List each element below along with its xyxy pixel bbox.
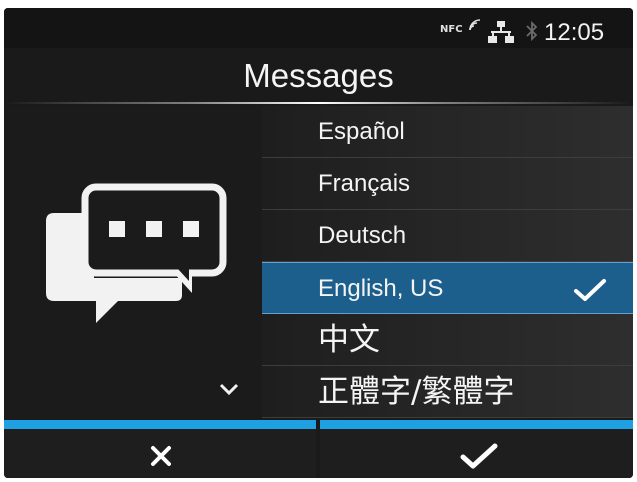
language-list: Español Français Deutsch English, US 中文 … — [262, 106, 633, 418]
language-item-deutsch[interactable]: Deutsch — [262, 210, 633, 262]
bottom-bar — [4, 420, 633, 478]
language-item-label: Español — [318, 118, 405, 145]
nfc-label: NFC — [440, 24, 463, 35]
language-item-english-us[interactable]: English, US — [262, 262, 633, 314]
language-item-francais[interactable]: Français — [262, 158, 633, 210]
bluetooth-icon — [526, 20, 538, 42]
ok-button[interactable] — [320, 420, 633, 478]
language-item-label: 正體字/繁體字 — [318, 374, 515, 410]
language-item-label: Deutsch — [318, 222, 407, 249]
messages-icon — [46, 183, 227, 323]
button-accent-bar — [320, 420, 633, 429]
page-title: Messages — [243, 57, 394, 94]
cancel-button[interactable] — [4, 420, 316, 478]
status-bar: NFC 12:05 — [4, 8, 633, 48]
language-item-espanol[interactable]: Español — [262, 106, 633, 158]
language-item-traditional-chinese[interactable]: 正體字/繁體字 — [262, 366, 633, 418]
close-icon — [151, 446, 171, 466]
language-item-label: Français — [318, 170, 411, 197]
checkmark-icon — [574, 279, 606, 301]
network-icon — [488, 21, 514, 43]
clock: 12:05 — [544, 19, 605, 46]
header-divider — [4, 102, 633, 104]
header: Messages — [4, 48, 633, 106]
language-item-label: 中文 — [318, 322, 380, 358]
language-item-chinese[interactable]: 中文 — [262, 314, 633, 366]
printer-screen: NFC 12:05 Messages Español Français Deut… — [4, 8, 633, 478]
button-accent-bar — [4, 420, 316, 429]
language-item-label: English, US — [318, 275, 444, 302]
scroll-down-chevron-icon[interactable] — [218, 382, 240, 396]
checkmark-icon — [460, 443, 498, 469]
nfc-icon — [469, 19, 481, 31]
